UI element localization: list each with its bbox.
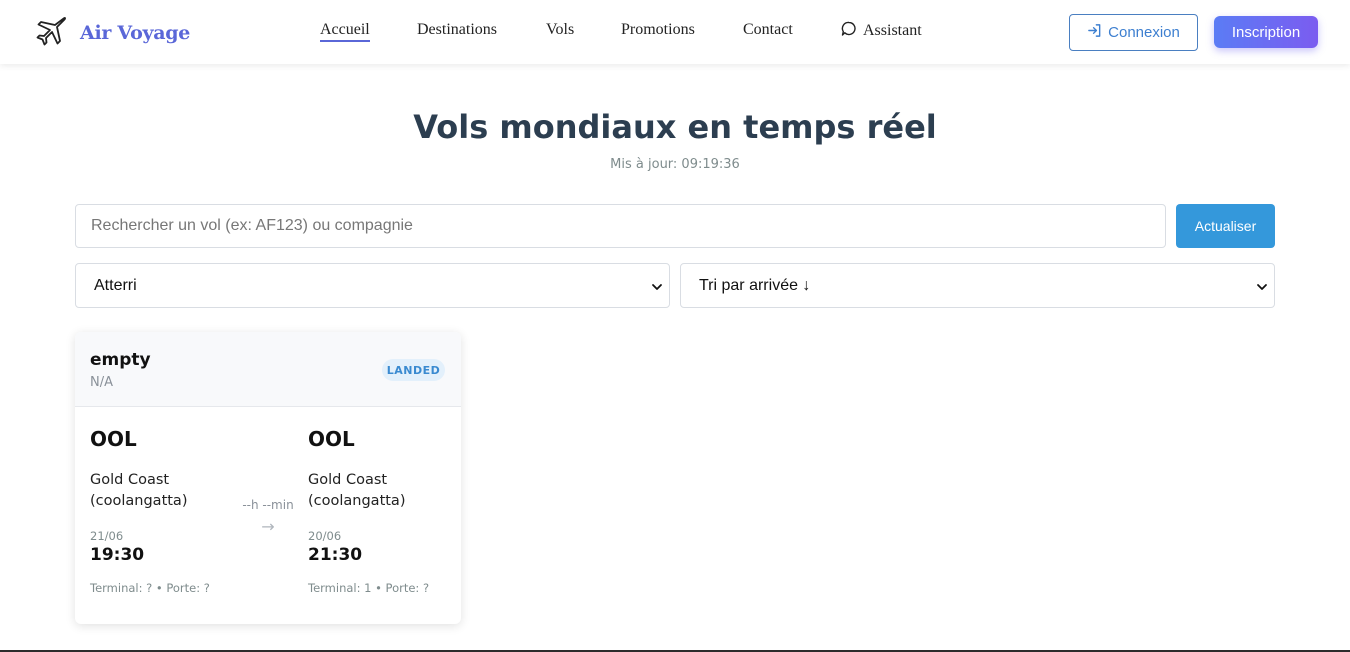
chevron-down-icon (651, 280, 663, 298)
sign-in-icon (1087, 23, 1108, 42)
nav-item-assistant-label: Assistant (863, 22, 922, 39)
chevron-down-icon (1256, 280, 1268, 298)
airline-name: empty (90, 350, 151, 370)
arrow-right-icon: → (261, 517, 275, 536)
navbar: Air Voyage Accueil Destinations Vols Pro… (0, 0, 1350, 64)
chat-bubble-icon (841, 21, 857, 42)
sort-select[interactable]: Tri par arrivée ↓ (680, 263, 1275, 308)
arrival-date: 20/06 (308, 529, 342, 543)
flight-card[interactable]: empty N/A LANDED OOL Gold Coast (coolang… (75, 332, 461, 624)
flight-duration: --h --min (242, 498, 294, 512)
airplane-icon (34, 14, 68, 52)
page-title: Vols mondiaux en temps réel (413, 108, 937, 146)
nav-item-promotions[interactable]: Promotions (621, 21, 695, 39)
login-button[interactable]: Connexion (1069, 14, 1198, 51)
login-label: Connexion (1108, 24, 1180, 41)
last-updated: Mis à jour: 09:19:36 (610, 157, 740, 172)
status-badge: LANDED (382, 359, 445, 381)
signup-button[interactable]: Inscription (1214, 16, 1318, 48)
status-filter-value: Atterri (94, 276, 137, 294)
search-input[interactable] (75, 204, 1166, 248)
nav-item-contact[interactable]: Contact (743, 21, 793, 39)
departure-time: 19:30 (90, 545, 145, 565)
arrival-code: OOL (308, 427, 355, 451)
flight-card-header: empty N/A LANDED (75, 332, 461, 407)
departure-date: 21/06 (90, 529, 124, 543)
nav-item-assistant[interactable]: Assistant (841, 21, 922, 42)
arrival-terminal-gate: Terminal: 1 • Porte: ? (308, 581, 430, 595)
departure-code: OOL (90, 427, 137, 451)
departure-city: Gold Coast (coolangatta) (90, 472, 188, 509)
flight-number: N/A (90, 375, 113, 390)
brand-name: Air Voyage (80, 22, 190, 44)
status-filter-select[interactable]: Atterri (75, 263, 670, 308)
brand[interactable]: Air Voyage (34, 14, 190, 52)
departure-terminal-gate: Terminal: ? • Porte: ? (90, 581, 210, 595)
arrival-city: Gold Coast (coolangatta) (308, 472, 406, 509)
nav-item-accueil[interactable]: Accueil (320, 21, 370, 42)
sort-select-value: Tri par arrivée ↓ (699, 276, 811, 294)
nav-item-vols[interactable]: Vols (546, 21, 574, 39)
refresh-button[interactable]: Actualiser (1176, 204, 1275, 248)
nav-item-destinations[interactable]: Destinations (417, 21, 497, 39)
arrival-time: 21:30 (308, 545, 363, 565)
